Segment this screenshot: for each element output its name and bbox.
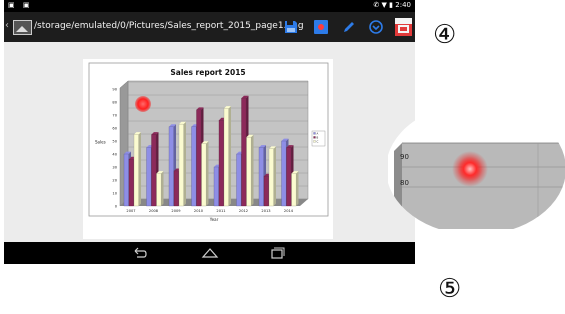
legend-label: B: [317, 135, 319, 139]
bar: [268, 148, 274, 207]
bar: [123, 153, 129, 207]
bar: [281, 140, 287, 207]
image-thumbnail-icon[interactable]: [13, 20, 32, 35]
x-tick-label: 2012: [239, 209, 248, 213]
status-right: ✆ ▼ ▮ 2:40: [373, 1, 411, 9]
bar: [156, 173, 162, 207]
y-tick-label: 50: [112, 140, 117, 144]
chart-title: Sales report 2015: [170, 68, 245, 77]
legend-swatch: [313, 136, 316, 139]
bar: [286, 147, 292, 207]
step-4-label: ④: [433, 20, 457, 50]
red-marker-dot[interactable]: [135, 96, 151, 112]
bar: [291, 173, 297, 207]
x-tick-label: 2011: [216, 209, 225, 213]
bar: [218, 120, 224, 207]
y-tick-label: 70: [112, 114, 117, 118]
x-tick-label: 2013: [261, 209, 270, 213]
step-5-label: ⑤: [438, 274, 462, 304]
marker-tool-icon[interactable]: [313, 19, 329, 35]
bar: [258, 147, 264, 207]
bar-side: [228, 106, 231, 206]
save-icon[interactable]: [283, 19, 299, 35]
bar: [133, 134, 139, 207]
bar: [151, 134, 157, 207]
nav-bar: [4, 242, 415, 264]
back-icon[interactable]: [132, 247, 148, 259]
zoom-inset: 90 80: [388, 103, 565, 235]
bar: [146, 147, 152, 207]
bar: [178, 123, 184, 207]
y-tick-label: 40: [112, 153, 117, 157]
bar: [201, 143, 207, 207]
image-viewer[interactable]: Sales report 2015 0 10 20 30 40 50 60 70 80 90 Sale…: [4, 42, 415, 242]
y-tick-label: 20: [112, 179, 117, 183]
bar: [223, 108, 229, 207]
bar: [263, 175, 269, 207]
navigate-icon[interactable]: [368, 19, 384, 35]
zoomed-red-marker: [452, 151, 488, 187]
phone-screen: ▣ ▣ ✆ ▼ ▮ 2:40 ‹ /storage/emulated/0/Pic…: [4, 0, 415, 264]
y-tick-label: 90: [112, 88, 117, 92]
legend-label: A: [317, 131, 319, 135]
file-path: /storage/emulated/0/Pictures/Sales_repor…: [34, 21, 304, 31]
bar-side: [161, 171, 164, 206]
sales-chart: Sales report 20150102030405060708090Sale…: [88, 62, 329, 222]
recents-icon[interactable]: [269, 247, 285, 259]
status-left-icons: ▣ ▣: [8, 1, 33, 9]
bar-side: [273, 146, 276, 206]
legend-swatch: [313, 140, 316, 143]
x-axis-label: Year: [209, 217, 219, 222]
y-axis-label: Sales: [95, 140, 106, 145]
app-logo-icon[interactable]: [395, 18, 412, 36]
x-tick-label: 2007: [126, 209, 135, 213]
report-page: Sales report 2015 0 10 20 30 40 50 60 70 80 90 Sale…: [83, 59, 333, 239]
legend-label: C: [317, 139, 319, 143]
zoom-tick-90: 90: [400, 153, 409, 161]
bar-side: [296, 171, 299, 206]
bar: [241, 97, 247, 207]
signal-icons: ✆ ▼ ▮: [373, 1, 394, 9]
legend-swatch: [313, 132, 316, 135]
home-icon[interactable]: [201, 247, 219, 259]
zoomed-chart-area: 90 80: [388, 103, 565, 235]
bar: [191, 126, 197, 207]
y-tick-label: 80: [112, 101, 117, 105]
zoom-tick-80: 80: [400, 179, 409, 187]
y-tick-label: 60: [112, 127, 117, 131]
clock: 2:40: [395, 1, 411, 9]
y-tick-label: 30: [112, 166, 117, 170]
bar-side: [206, 141, 209, 206]
bar: [236, 153, 242, 207]
bar-side: [251, 134, 254, 206]
pen-icon[interactable]: [341, 19, 357, 35]
x-tick-label: 2014: [284, 209, 294, 213]
x-tick-label: 2010: [194, 209, 204, 213]
bar-side: [183, 121, 186, 206]
bar: [246, 136, 252, 207]
back-chevron-icon[interactable]: ‹: [5, 20, 9, 31]
bar: [168, 126, 174, 207]
bar: [196, 109, 202, 207]
app-bar: ‹ /storage/emulated/0/Pictures/Sales_rep…: [4, 12, 415, 42]
bar-side: [138, 132, 141, 206]
bar: [173, 170, 179, 207]
bar: [213, 166, 219, 207]
bar: [128, 159, 134, 207]
x-tick-label: 2008: [149, 209, 159, 213]
y-tick-label: 10: [112, 192, 117, 196]
status-bar: ▣ ▣ ✆ ▼ ▮ 2:40: [4, 0, 415, 12]
x-tick-label: 2009: [171, 209, 181, 213]
